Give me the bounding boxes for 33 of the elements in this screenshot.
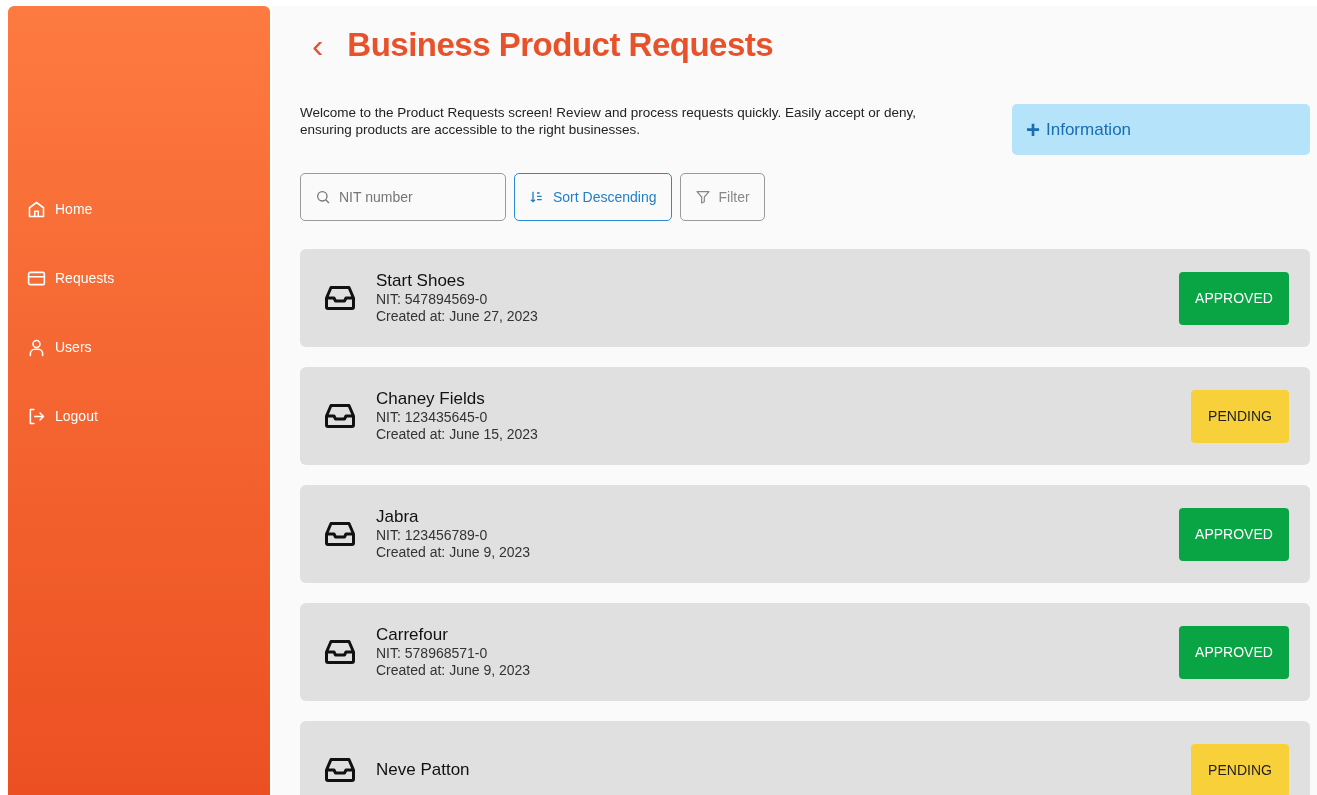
back-button[interactable]: ‹ [308, 28, 328, 62]
created-date: Created at: June 9, 2023 [376, 662, 532, 679]
request-name: Jabra [376, 507, 420, 527]
nit-text: NIT: 578968571-0 [376, 645, 489, 662]
status-badge: PENDING [1191, 743, 1289, 795]
search-input[interactable]: NIT number [337, 188, 491, 206]
intro-text: Welcome to the Product Requests screen! Review and process requests quickly. Easily accept or deny, ensuring products are accessible to the right businesses. [300, 104, 918, 138]
search-field[interactable]: NIT number [300, 173, 506, 221]
search-icon [315, 189, 331, 205]
created-date: Created at: June 9, 2023 [376, 544, 532, 561]
created-date: Created at: June 27, 2023 [376, 308, 539, 325]
request-name: Chaney Fields [376, 389, 486, 409]
nit-text: NIT: 123456789-0 [376, 527, 489, 544]
request-name: Neve Patton [376, 760, 471, 780]
request-name: Start Shoes [376, 271, 466, 291]
request-name: Carrefour [376, 625, 449, 645]
sort-icon [529, 189, 545, 205]
created-date: Created at: June 15, 2023 [376, 426, 539, 443]
nav-item[interactable]: Requests [26, 267, 115, 289]
information-button[interactable]: + Information [1012, 104, 1310, 155]
status-badge: APPROVED [1179, 271, 1289, 325]
nav-item[interactable]: Home [26, 198, 93, 220]
nav-item[interactable]: Users [26, 336, 92, 358]
filter-button[interactable]: Filter [679, 173, 765, 221]
sort-button[interactable]: Sort Descending [514, 173, 672, 221]
nav-item[interactable]: Logout [26, 405, 98, 427]
nit-text: NIT: 547894569-0 [376, 291, 489, 308]
filter-icon [694, 189, 711, 205]
status-badge: APPROVED [1179, 625, 1289, 679]
nit-text: NIT: 123435645-0 [376, 409, 489, 426]
page-title: Business Product Requests [347, 26, 774, 64]
status-badge: PENDING [1191, 389, 1289, 443]
status-badge: APPROVED [1179, 507, 1289, 561]
